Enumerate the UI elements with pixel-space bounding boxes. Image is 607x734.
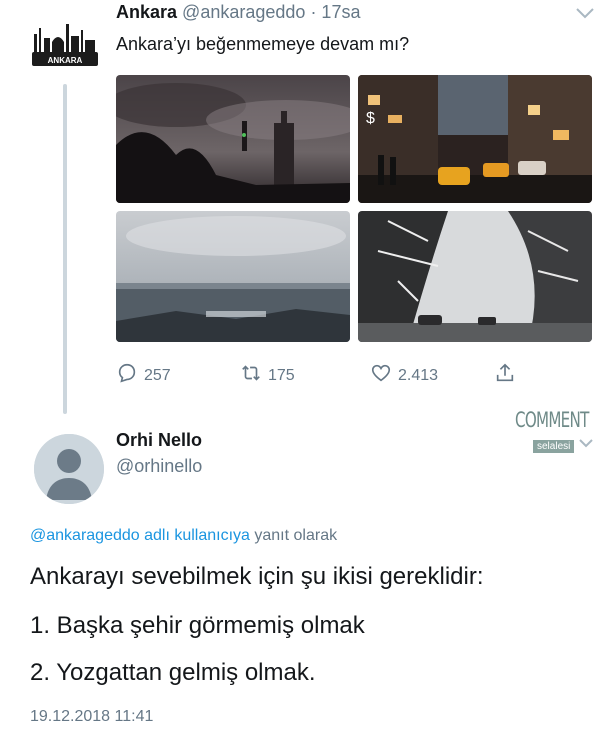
- chevron-down-icon[interactable]: [574, 6, 596, 25]
- reply-action[interactable]: 257: [116, 362, 171, 389]
- reply-text-line-1: Ankarayı sevebilmek için şu ikisi gerekl…: [30, 563, 484, 590]
- author-handle[interactable]: @ankarageddo: [182, 2, 305, 22]
- reply-author-handle[interactable]: @orhinello: [116, 456, 202, 477]
- replying-to: @ankarageddo adlı kullanıcıya yanıt olar…: [30, 527, 337, 545]
- tweet-time[interactable]: · 17sa: [310, 2, 360, 22]
- like-count: 2.413: [398, 366, 439, 384]
- reply-count: 257: [144, 366, 171, 384]
- retweet-action[interactable]: 175: [240, 362, 295, 389]
- photo-snowy-street[interactable]: [358, 211, 592, 342]
- svg-text:$: $: [366, 110, 375, 127]
- share-action[interactable]: [494, 362, 516, 389]
- tweet-author[interactable]: Ankara @ankarageddo · 17sa: [116, 2, 360, 23]
- author-name[interactable]: Ankara: [116, 2, 177, 22]
- reply-icon[interactable]: [116, 362, 138, 389]
- reply-to-suffix: yanıt olarak: [249, 527, 338, 544]
- reply-avatar[interactable]: [34, 434, 104, 504]
- watermark-comment: COMMENT: [515, 408, 589, 432]
- photo-city-panorama[interactable]: [116, 211, 350, 342]
- retweet-icon[interactable]: [240, 362, 262, 389]
- reply-author-name[interactable]: Orhi Nello: [116, 430, 202, 451]
- photo-night-street[interactable]: $: [358, 75, 592, 203]
- retweet-count: 175: [268, 366, 295, 384]
- tweet-text: Ankara’yı beğenmemeye devam mı?: [116, 34, 410, 54]
- reply-text-line-2: 1. Başka şehir görmemiş olmak: [30, 612, 365, 639]
- like-icon[interactable]: [370, 362, 392, 389]
- reply-text-line-3: 2. Yozgattan gelmiş olmak.: [30, 659, 316, 686]
- ankara-avatar-logo[interactable]: ANKARA: [30, 20, 100, 68]
- thread-line: [63, 84, 67, 414]
- avatar-logo-text: ANKARA: [48, 56, 83, 65]
- reply-to-link[interactable]: @ankarageddo adlı kullanıcıya: [30, 527, 250, 544]
- photo-cloudy-tower[interactable]: [116, 75, 350, 203]
- like-action[interactable]: 2.413: [370, 362, 438, 389]
- watermark-selalesi: selalesi: [533, 440, 575, 453]
- chevron-down-icon[interactable]: [578, 436, 594, 454]
- reply-timestamp[interactable]: 19.12.2018 11:41: [30, 708, 153, 726]
- share-icon[interactable]: [494, 362, 516, 389]
